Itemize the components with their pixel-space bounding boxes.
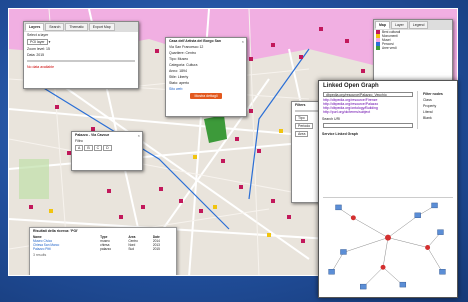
layer-select[interactable]: POI layer [27,39,48,45]
tab-export[interactable]: Export Map [88,23,115,31]
results-table: Name Type Area Date Museo Civico museo C… [33,235,171,251]
uri-input[interactable]: dbpedia.org/resource/Palazzo_Vecchio [323,92,413,97]
chevron-down-icon: ▾ [47,40,51,44]
tab-search[interactable]: Search [45,23,65,31]
sidebar-tabs: Map Layer Legend [374,20,452,30]
legend-label: Aree verdi [382,46,397,50]
uri-link[interactable]: http://purl.org/dc/terms/subject [319,110,417,114]
filter-option[interactable]: C [93,145,103,151]
table-row[interactable]: Palazzo Pitti palazzo Sud 2015 [33,247,171,251]
legend-swatch [376,46,380,50]
results-footer: 3 results [33,253,47,257]
graph-title: Service Linked Graph [322,132,358,136]
results-title: Risultati della ricerca: 'POI' [33,229,79,233]
filter-select[interactable]: Periodo [295,123,314,129]
filter-option[interactable]: B [84,145,93,151]
data-row: Data: 2015 [27,53,45,57]
details-button[interactable]: Mostra dettagli [189,93,223,99]
divider [27,60,135,62]
tab-legend[interactable]: Legend [408,21,429,29]
filter-input[interactable] [323,123,413,128]
close-icon[interactable]: × [138,133,140,138]
poi-popup: × Casa dell'Artista del Borgo San Via Sa… [165,37,247,117]
filter-label: Search URI [322,117,341,121]
tab-layers[interactable]: Layers [25,23,45,31]
tab-layer[interactable]: Layer [391,21,408,29]
side-item[interactable]: Blank [420,115,455,121]
layers-panel: Layers Search Thematic Export Map Select… [23,21,139,89]
cell: 2015 [152,247,160,251]
warning-text: No data available [27,65,55,69]
tab-map[interactable]: Map [375,21,390,29]
linked-open-graph-window: Linked Open Graph dbpedia.org/resource/P… [318,80,458,298]
linked-graph[interactable] [323,197,453,297]
tab-thematic[interactable]: Thematic [65,23,88,31]
cell: Sud [128,247,134,251]
filter-select[interactable]: Area [295,131,309,137]
filter-select[interactable]: Tipo [295,115,308,121]
park-area [19,159,49,199]
cell: Palazzo Pitti [33,247,51,251]
results-panel: Risultati della ricerca: 'POI' Name Type… [29,227,177,275]
layers-tabs: Layers Search Thematic Export Map [24,22,138,32]
filter-option[interactable]: A [75,145,84,151]
right-sidebar: Map Layer Legend Beni culturali Monument… [373,19,453,87]
cell: palazzo [100,247,112,251]
legend-item: Aree verdi [374,46,452,50]
small-popup: × Palazzo - Via Cavour Filtro A B C D [71,131,143,171]
graph-nodes-red [350,215,431,270]
filter-option[interactable]: D [103,145,112,151]
lod-title: Linked Open Graph [323,83,379,89]
close-icon[interactable]: × [242,39,244,44]
